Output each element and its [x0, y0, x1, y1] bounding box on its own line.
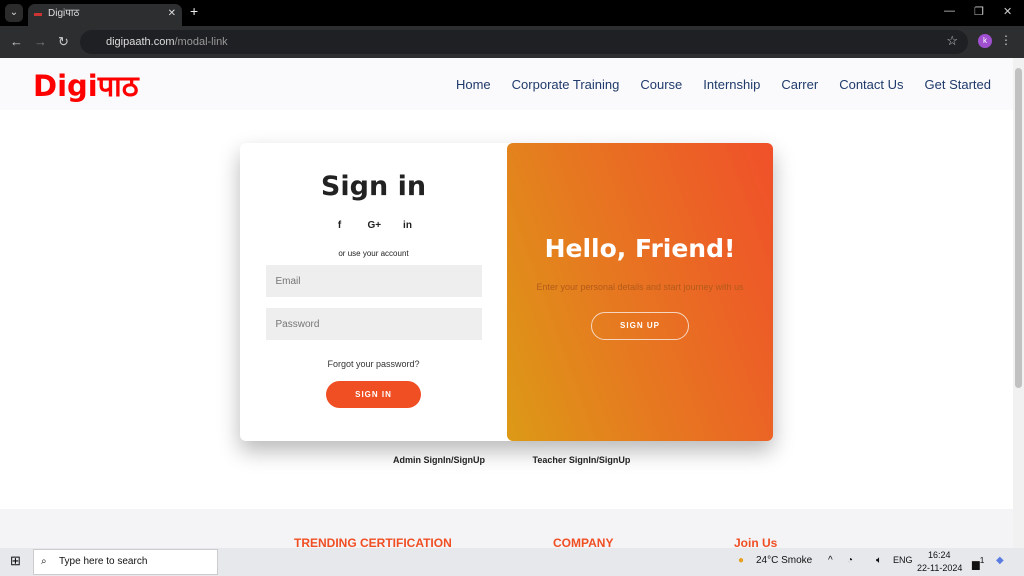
admin-signin-link[interactable]: Admin SignIn/SignUp	[393, 455, 485, 465]
password-field[interactable]	[265, 308, 482, 340]
logo[interactable]: Digiपाठ	[33, 66, 139, 105]
forgot-password-link[interactable]: Forgot your password?	[240, 359, 507, 369]
google-plus-icon[interactable]: G+	[368, 220, 382, 231]
back-icon[interactable]: ←	[10, 34, 23, 49]
reload-icon[interactable]: ↻	[58, 34, 69, 50]
signup-overlay: Hello, Friend! Enter your personal detai…	[507, 143, 773, 441]
url-path: /modal-link	[174, 36, 228, 48]
nav-get-started[interactable]: Get Started	[925, 77, 991, 92]
close-window-button[interactable]: ✕	[1003, 5, 1012, 18]
search-icon: ⌕	[41, 556, 47, 567]
site-header: Digiपाठ Home Corporate Training Course I…	[0, 58, 1013, 110]
page: Digiपाठ Home Corporate Training Course I…	[0, 58, 1013, 548]
role-links: Admin SignIn/SignUp Teacher SignIn/SignU…	[393, 455, 675, 465]
nav-corporate-training[interactable]: Corporate Training	[512, 77, 620, 92]
favicon-icon	[34, 13, 42, 16]
language-indicator[interactable]: ENG	[893, 555, 913, 565]
notification-icon[interactable]: ▆1	[972, 555, 984, 570]
footer-heading-company: COMPANY	[553, 536, 614, 548]
facebook-icon[interactable]: f	[334, 220, 346, 231]
sign-in-button[interactable]: SIGN IN	[326, 381, 421, 408]
minimize-button[interactable]: —	[944, 5, 955, 17]
nav-internship[interactable]: Internship	[703, 77, 760, 92]
footer-heading-trending: TRENDING CERTIFICATION	[294, 536, 452, 548]
url-input[interactable]: digipaath.com/modal-link	[80, 30, 968, 54]
volume-icon[interactable]: 🔈︎	[876, 555, 882, 566]
tab-title: Digiपाठ	[48, 8, 80, 19]
nav-carrer[interactable]: Carrer	[781, 77, 818, 92]
tab-search-button[interactable]: ⌄	[5, 4, 23, 22]
signin-title: Sign in	[320, 171, 427, 202]
auth-card: Sign in f G+ in or use your account Forg…	[240, 143, 773, 441]
new-tab-button[interactable]: +	[190, 3, 198, 19]
scrollbar[interactable]	[1013, 58, 1024, 548]
notification-count: 1	[979, 555, 985, 565]
taskbar: ⊞ ⌕ Type here to search ● 24°C Smoke ^ ◔ …	[0, 548, 1024, 576]
bookmark-star-icon[interactable]: ☆	[946, 33, 958, 49]
social-login: f G+ in	[240, 220, 507, 231]
profile-avatar[interactable]: k	[978, 34, 992, 48]
overlay-title: Hello, Friend!	[544, 234, 736, 263]
browser-tab-bar: ⌄ Digiपाठ ✕ + — ❐ ✕	[0, 0, 1024, 26]
sign-up-button[interactable]: SIGN UP	[591, 312, 689, 340]
weather-text[interactable]: 24°C Smoke	[756, 555, 812, 566]
nav-contact-us[interactable]: Contact Us	[839, 77, 903, 92]
nav-course[interactable]: Course	[640, 77, 682, 92]
copilot-icon[interactable]: ◆	[996, 555, 1004, 566]
email-field[interactable]	[265, 265, 482, 297]
nav-home[interactable]: Home	[456, 77, 491, 92]
teacher-signin-link[interactable]: Teacher SignIn/SignUp	[533, 455, 631, 465]
overlay-text: Enter your personal details and start jo…	[536, 282, 744, 292]
main-nav: Home Corporate Training Course Internshi…	[456, 77, 991, 92]
footer-heading-join: Join Us	[734, 536, 778, 548]
network-icon[interactable]: ◔	[847, 555, 853, 566]
signin-form: Sign in f G+ in or use your account Forg…	[240, 143, 507, 441]
forward-icon[interactable]: →	[34, 34, 47, 49]
or-text: or use your account	[338, 249, 409, 258]
footer: TRENDING CERTIFICATION COMPANY Join Us	[0, 509, 1013, 548]
taskbar-search[interactable]: ⌕ Type here to search	[33, 549, 218, 575]
weather-icon: ●	[738, 555, 745, 566]
linkedin-icon[interactable]: in	[402, 220, 414, 231]
close-tab-icon[interactable]: ✕	[168, 4, 176, 24]
clock-time[interactable]: 16:24	[928, 550, 951, 560]
show-hidden-icons[interactable]: ^	[828, 555, 833, 566]
menu-icon[interactable]: ⋮	[1000, 33, 1012, 47]
taskbar-search-text: Type here to search	[59, 556, 148, 567]
windows-start-icon[interactable]: ⊞	[10, 553, 21, 569]
url-host: digipaath.com	[106, 36, 175, 48]
browser-tab[interactable]: Digiपाठ ✕	[28, 4, 182, 26]
scrollbar-thumb[interactable]	[1015, 68, 1022, 388]
maximize-button[interactable]: ❐	[974, 5, 984, 18]
address-bar-row: ← → ↻ digipaath.com/modal-link ☆ k ⋮	[0, 26, 1024, 58]
clock-date[interactable]: 22-11-2024	[917, 563, 962, 573]
